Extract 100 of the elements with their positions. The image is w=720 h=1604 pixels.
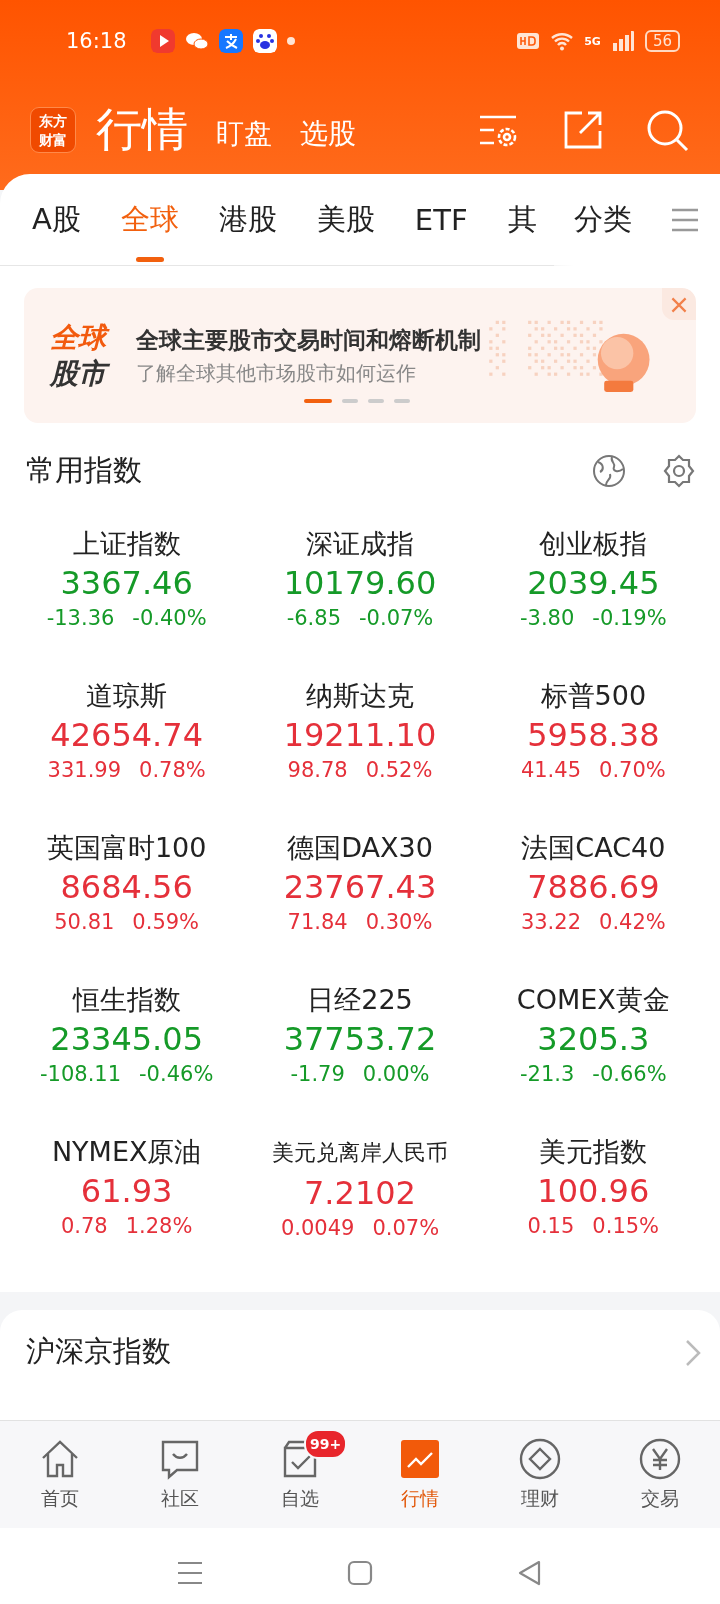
section-title: 常用指数 xyxy=(26,451,143,489)
index-percent: 0.07% xyxy=(372,1216,440,1240)
index-change: 0.15 xyxy=(527,1214,575,1238)
network-label: 5G xyxy=(584,34,601,48)
index-change: 98.78 xyxy=(287,758,348,782)
index-value: 61.93 xyxy=(80,1172,173,1210)
banner-title: 全球主要股市交易时间和熔断机制 xyxy=(136,325,481,355)
index-tile[interactable]: 恒生指数 23345.05 -108.11 -0.46% xyxy=(10,974,244,1126)
index-name: NYMEX原油 xyxy=(51,1135,202,1169)
close-button[interactable] xyxy=(662,288,696,320)
index-name: 恒生指数 xyxy=(72,983,181,1017)
index-change: 331.99 xyxy=(47,758,122,782)
index-change: 71.84 xyxy=(287,910,348,934)
status-time: 16:18 xyxy=(66,29,127,53)
index-tile[interactable]: NYMEX原油 61.93 0.78 1.28% xyxy=(10,1126,244,1278)
index-value: 37753.72 xyxy=(283,1020,437,1058)
index-value: 10179.60 xyxy=(283,564,437,602)
index-percent: 0.70% xyxy=(599,758,666,782)
index-value: 7886.69 xyxy=(527,868,660,906)
chevron-right-icon xyxy=(684,1338,702,1368)
index-tile[interactable]: 纳斯达克 19211.10 98.78 0.52% xyxy=(243,670,477,822)
banner-tag: 股市 xyxy=(50,355,120,392)
index-name: 创业板指 xyxy=(539,527,648,561)
index-name: 美元兑离岸人民币 xyxy=(272,1139,448,1167)
index-value: 23345.05 xyxy=(50,1020,203,1058)
dot-icon xyxy=(286,37,295,45)
index-change: -21.3 xyxy=(520,1062,575,1086)
index-tile[interactable]: 上证指数 3367.46 -13.36 -0.40% xyxy=(10,518,244,670)
index-percent: 0.52% xyxy=(365,758,433,782)
nav-item[interactable]: 自选 99+ xyxy=(240,1421,360,1528)
banner-subtitle: 了解全球其他市场股市如何运作 xyxy=(136,359,417,387)
app-logo: 东方财富 xyxy=(30,106,76,153)
index-value: 2039.45 xyxy=(527,564,660,602)
nav-item[interactable]: 首页 xyxy=(0,1421,120,1528)
payment-app-icon xyxy=(218,29,243,53)
index-change: -3.80 xyxy=(520,606,575,630)
index-tile[interactable]: 美元兑离岸人民币 7.2102 0.0049 0.07% xyxy=(243,1126,477,1278)
index-change: 33.22 xyxy=(520,910,581,934)
index-change: 0.78 xyxy=(60,1214,108,1238)
index-change: -1.79 xyxy=(290,1062,345,1086)
index-tile[interactable]: 标普500 5958.38 41.45 0.70% xyxy=(476,670,710,822)
play-icon xyxy=(150,29,175,53)
index-value: 8684.56 xyxy=(60,868,193,906)
index-percent: 0.00% xyxy=(362,1062,430,1086)
section-card[interactable]: 沪深京指数 xyxy=(0,1310,720,1420)
nav-item[interactable]: 行情 xyxy=(360,1421,480,1528)
index-name: 深证成指 xyxy=(306,527,414,561)
battery-level: 56 xyxy=(644,30,680,52)
index-change: -108.11 xyxy=(40,1062,122,1086)
index-name: 道琼斯 xyxy=(86,679,168,713)
market-tab[interactable]: ETF xyxy=(394,173,488,266)
nav-item[interactable]: 社区 xyxy=(120,1421,240,1528)
signal-icon xyxy=(610,29,635,53)
menu-icon[interactable] xyxy=(672,208,698,232)
index-name: 日经225 xyxy=(307,983,413,1017)
index-tile[interactable]: 美元指数 100.96 0.15 0.15% xyxy=(476,1126,710,1278)
nav-item[interactable]: 理财 xyxy=(480,1421,600,1528)
index-tile[interactable]: 英国富时100 8684.56 50.81 0.59% xyxy=(10,822,244,974)
index-name: 英国富时100 xyxy=(46,831,207,865)
index-percent: -0.07% xyxy=(359,606,434,630)
index-value: 42654.74 xyxy=(50,716,203,754)
index-name: COMEX黄金 xyxy=(516,983,670,1017)
settings-icon[interactable] xyxy=(662,453,696,488)
index-value: 100.96 xyxy=(537,1172,650,1210)
index-tile[interactable]: 创业板指 2039.45 -3.80 -0.19% xyxy=(476,518,710,670)
paw-icon xyxy=(252,29,277,53)
index-name: 德国DAX30 xyxy=(287,831,433,865)
index-tile[interactable]: 法国CAC40 7886.69 33.22 0.42% xyxy=(476,822,710,974)
index-tile[interactable]: 深证成指 10179.60 -6.85 -0.07% xyxy=(243,518,477,670)
nav-item[interactable]: 交易 xyxy=(600,1421,720,1528)
count-badge: 99+ xyxy=(304,1429,348,1459)
index-change: 41.45 xyxy=(520,758,581,782)
index-value: 5958.38 xyxy=(527,716,660,754)
section-title: 沪深京指数 xyxy=(26,1333,172,1370)
globe-icon[interactable] xyxy=(592,453,626,488)
index-percent: -0.66% xyxy=(592,1062,667,1086)
chart-icon xyxy=(399,1437,441,1480)
index-percent: -0.19% xyxy=(592,606,667,630)
index-percent: -0.40% xyxy=(132,606,207,630)
market-tab[interactable]: 美股 xyxy=(296,173,395,266)
index-percent: 0.15% xyxy=(592,1214,660,1238)
index-value: 3367.46 xyxy=(60,564,193,602)
market-tab[interactable]: 港股 xyxy=(198,173,297,266)
market-tab[interactable]: A股 xyxy=(12,173,101,266)
index-value: 7.2102 xyxy=(304,1174,416,1212)
index-name: 上证指数 xyxy=(72,527,181,561)
index-tile[interactable]: 日经225 37753.72 -1.79 0.00% xyxy=(243,974,477,1126)
index-change: -13.36 xyxy=(46,606,115,630)
banner-card[interactable]: 全球 股市 全球主要股市交易时间和熔断机制 了解全球其他市场股市如何运作 xyxy=(24,288,696,423)
category-button[interactable]: 分类 xyxy=(574,200,632,240)
index-name: 法国CAC40 xyxy=(521,831,666,865)
index-percent: 0.59% xyxy=(132,910,200,934)
index-change: 50.81 xyxy=(54,910,115,934)
index-tile[interactable]: COMEX黄金 3205.3 -21.3 -0.66% xyxy=(476,974,710,1126)
index-tile[interactable]: 道琼斯 42654.74 331.99 0.78% xyxy=(10,670,244,822)
index-name: 纳斯达克 xyxy=(306,679,414,713)
index-tile[interactable]: 德国DAX30 23767.43 71.84 0.30% xyxy=(243,822,477,974)
yen-icon xyxy=(639,1437,681,1480)
market-tab[interactable]: 其 xyxy=(487,173,557,266)
index-value: 23767.43 xyxy=(283,868,437,906)
